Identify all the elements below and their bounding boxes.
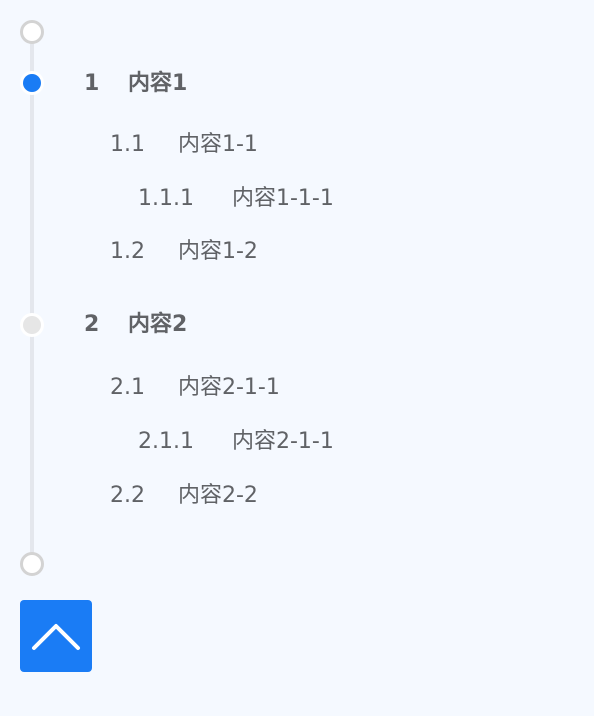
toc-item-2[interactable]: 2 内容2 (84, 311, 187, 339)
toc-item-number: 2.2 (110, 483, 145, 508)
toc-item-label: 内容2 (128, 312, 188, 337)
toc-item-1-1-1[interactable]: 1.1.1 内容1-1-1 (138, 185, 334, 213)
toc-item-label: 内容1-2 (178, 239, 258, 264)
timeline-start-dot (20, 20, 44, 44)
toc-item-number: 2 (84, 312, 100, 337)
timeline-dot-active (23, 74, 41, 92)
toc-item-label: 内容1-1 (178, 132, 258, 157)
toc-item-2-1-1[interactable]: 2.1.1 内容2-1-1 (138, 428, 334, 456)
toc-item-1-2[interactable]: 1.2 内容1-2 (110, 238, 258, 266)
toc-item-label: 内容1 (128, 71, 188, 96)
toc-item-label: 内容2-1-1 (178, 375, 280, 400)
timeline-dot-inactive (23, 316, 41, 334)
timeline-rail (30, 32, 34, 564)
toc-item-2-2[interactable]: 2.2 内容2-2 (110, 482, 258, 510)
toc-item-number: 1.1 (110, 132, 145, 157)
toc-item-number: 2.1 (110, 375, 145, 400)
chevron-up-icon (32, 624, 80, 650)
toc-item-1[interactable]: 1 内容1 (84, 70, 187, 98)
toc-item-number: 2.1.1 (138, 429, 194, 454)
timeline-end-dot (20, 552, 44, 576)
toc-item-number: 1 (84, 71, 100, 96)
toc-item-number: 1.1.1 (138, 186, 194, 211)
toc-item-number: 1.2 (110, 239, 145, 264)
toc-item-label: 内容1-1-1 (232, 186, 334, 211)
toc-item-label: 内容2-1-1 (232, 429, 334, 454)
toc-item-1-1[interactable]: 1.1 内容1-1 (110, 131, 258, 159)
toc-item-2-1[interactable]: 2.1 内容2-1-1 (110, 374, 280, 402)
back-to-top-button[interactable] (20, 600, 92, 672)
toc-item-label: 内容2-2 (178, 483, 258, 508)
